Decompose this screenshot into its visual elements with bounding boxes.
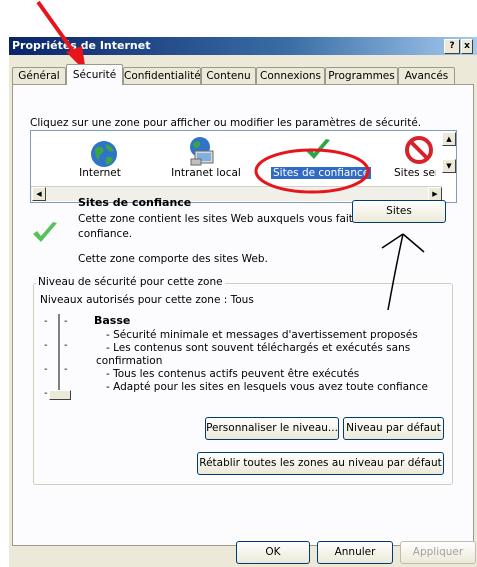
ok-button[interactable]: OK — [236, 541, 310, 564]
tab-content[interactable]: Contenu — [201, 67, 256, 84]
level-bullet-1: - Sécurité minimale et messages d'averti… — [106, 329, 418, 341]
zone-label-internet: Internet — [79, 167, 121, 179]
level-bullet-3: confirmation — [96, 355, 163, 367]
level-bullet-4: - Tous les contenus actifs peuvent être … — [106, 368, 360, 380]
security-level-slider[interactable]: - - - - - - - - — [44, 314, 74, 400]
selected-zone-status: Cette zone comporte des sites Web. — [78, 253, 268, 265]
highlight-ellipse — [254, 148, 370, 194]
selected-zone-title: Sites de confiance — [78, 196, 192, 209]
tab-privacy[interactable]: Confidentialité — [123, 67, 201, 84]
scroll-down-button[interactable]: ▼ — [442, 159, 456, 173]
tab-security[interactable]: Sécurité — [66, 64, 123, 85]
scroll-right-button[interactable]: ▶ — [428, 187, 442, 201]
close-button[interactable]: x — [461, 39, 473, 54]
security-level-group-label: Niveau de sécurité pour cette zone — [36, 276, 225, 288]
tab-programs[interactable]: Programmes — [325, 67, 398, 84]
selected-zone-description-line1: Cette zone contient les sites Web auxque… — [78, 213, 365, 225]
selected-zone-description-line2: confiance. — [78, 228, 133, 240]
zone-label-restricted-sites: Sites sen — [394, 167, 436, 179]
zone-restricted-sites[interactable]: Sites sen — [376, 133, 436, 189]
scroll-left-button[interactable]: ◀ — [32, 187, 46, 201]
cancel-button[interactable]: Annuler — [317, 541, 393, 564]
black-annotation-arrow — [381, 233, 425, 311]
default-level-button[interactable]: Niveau par défaut — [343, 417, 444, 440]
tab-advanced[interactable]: Avancés — [398, 67, 455, 84]
intranet-icon — [190, 137, 214, 166]
zone-prompt: Cliquez sur une zone pour afficher ou mo… — [30, 117, 422, 129]
tab-connections[interactable]: Connexions — [256, 67, 325, 84]
globe-icon — [91, 141, 117, 167]
allowed-levels-text: Niveaux autorisés pour cette zone : Tous — [40, 294, 254, 306]
trusted-checkmark-icon — [33, 222, 57, 242]
level-bullet-5: - Adapté pour les sites en lesquels vous… — [106, 381, 428, 393]
security-level-name: Basse — [94, 314, 131, 327]
scroll-up-button[interactable]: ▲ — [442, 132, 456, 146]
level-bullet-2: - Les contenus sont souvent téléchargés … — [106, 342, 411, 354]
zone-internet[interactable]: Internet — [45, 133, 135, 189]
slider-thumb[interactable] — [49, 390, 71, 400]
restricted-icon — [405, 136, 433, 164]
customize-level-button[interactable]: Personnaliser le niveau... — [205, 417, 339, 440]
zone-label-local-intranet: Intranet local — [171, 167, 241, 179]
help-button[interactable]: ? — [444, 39, 460, 54]
apply-button[interactable]: Appliquer — [400, 541, 476, 564]
zone-list[interactable]: Internet Intranet local Sites de confian… — [30, 130, 457, 203]
reset-all-zones-button[interactable]: Rétablir toutes les zones au niveau par … — [197, 452, 444, 475]
sites-button[interactable]: Sites — [352, 200, 446, 223]
zone-local-intranet[interactable]: Intranet local — [161, 133, 251, 189]
